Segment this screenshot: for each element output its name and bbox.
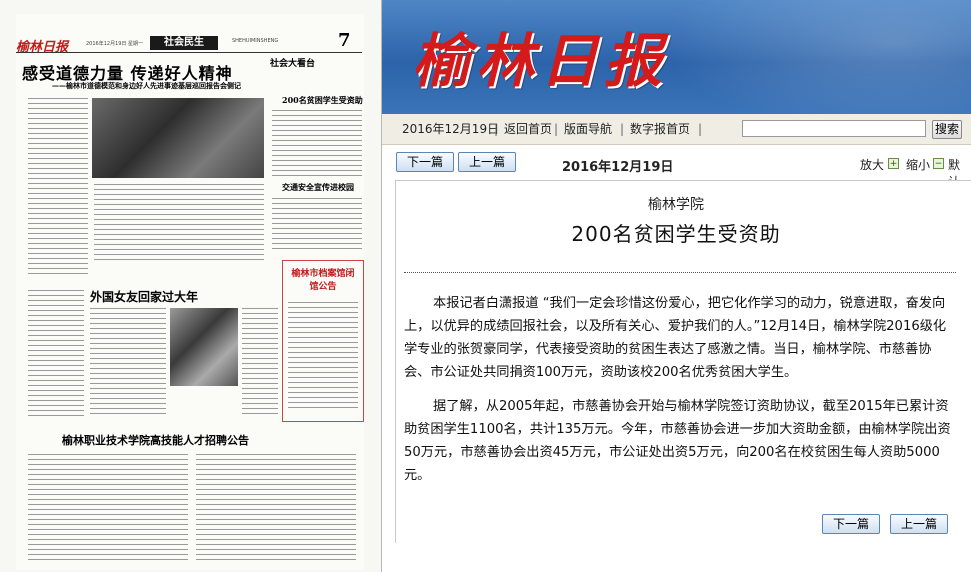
paper-story2-title[interactable]: 外国女友回家过大年 [90, 288, 198, 305]
top-nav-bar: 2016年12月19日 | 返回首页 | 版面导航 | 数字报首页 | 搜索 [382, 114, 971, 145]
paper-section-code: SHEHUIMINSHENG [232, 38, 279, 44]
site-logo: 榆林日报 [412, 27, 669, 95]
zoom-out-label[interactable]: 缩小 [906, 156, 930, 173]
nav-digital-home-link[interactable]: 数字报首页 [630, 114, 690, 144]
article-viewer: 榆林日报 2016年12月19日 | 返回首页 | 版面导航 | 数字报首页 |… [382, 0, 971, 572]
prev-article-button-bottom[interactable]: 上一篇 [890, 514, 948, 534]
article-kicker: 榆林学院 [648, 197, 704, 213]
paper-mid-title[interactable]: 交通安全宣传进校园 [282, 182, 354, 193]
paper-section-label: 社会民生 [150, 36, 218, 50]
nav-separator: | [494, 122, 499, 136]
nav-home-link[interactable]: 返回首页 [504, 114, 552, 144]
paper-header-rule [16, 52, 362, 53]
zoom-in-icon[interactable]: + [888, 158, 899, 169]
paper-text-block [272, 108, 362, 176]
site-banner: 榆林日报 [382, 0, 971, 114]
paper-notice-title[interactable]: 榆林市档案馆闭馆公告 [288, 268, 358, 294]
article-content: 榆林学院 200名贫困学生受资助 本报记者白潇报道 “我们一定会珍惜这份爱心，把… [395, 180, 971, 543]
paper-ad-title[interactable]: 榆林职业技术学院高技能人才招聘公告 [62, 432, 249, 448]
paper-text-block [272, 196, 362, 252]
nav-date: 2016年12月19日 [402, 122, 500, 136]
zoom-in-label[interactable]: 放大 [860, 156, 884, 173]
article-toolbar: 下一篇 上一篇 2016年12月19日 放大 + 缩小 − 默认 [382, 145, 971, 189]
zoom-out-icon[interactable]: − [933, 158, 944, 169]
next-article-button-bottom[interactable]: 下一篇 [822, 514, 880, 534]
paper-column-label: 社会大看台 [270, 59, 316, 69]
paper-subheadline: ——榆林市道德模范和身边好人先进事迹基层巡回报告会侧记 [52, 82, 241, 90]
banner-decoration [642, 0, 971, 114]
paper-photo-couple [170, 308, 238, 386]
article-paragraph: 据了解，从2005年起，市慈善协会开始与榆林学院签订资助协议，截至2015年已累… [404, 399, 951, 483]
next-article-button[interactable]: 下一篇 [396, 152, 454, 172]
nav-page-nav-link[interactable]: 版面导航 [564, 114, 612, 144]
nav-separator: | [698, 122, 703, 136]
nav-separator: | [554, 122, 559, 136]
toolbar-date: 2016年12月19日 [562, 160, 674, 175]
paper-text-block [288, 300, 358, 410]
article-paragraph: 本报记者白潇报道 “我们一定会珍惜这份爱心，把它化作学习的动力，锐意进取，奋发向… [404, 296, 947, 380]
paper-text-block [196, 452, 356, 560]
paper-text-block [94, 182, 264, 262]
article-divider [404, 272, 956, 273]
paper-date-line: 2016年12月19日 星期一 [86, 41, 144, 47]
paper-text-block [90, 306, 166, 416]
paper-text-block [242, 306, 278, 416]
newspaper-page-image[interactable]: 榆林日报 2016年12月19日 星期一 社会民生 SHEHUIMINSHENG… [0, 0, 382, 572]
search-input[interactable] [742, 120, 926, 137]
prev-article-button[interactable]: 上一篇 [458, 152, 516, 172]
bottom-pager: 下一篇 上一篇 [382, 514, 971, 538]
article-title: 200名贫困学生受资助 [571, 222, 781, 246]
paper-text-block [28, 288, 84, 418]
paper-side-title[interactable]: 200名贫困学生受资助 [282, 95, 363, 106]
paper-text-block [28, 452, 188, 560]
nav-separator: | [620, 122, 625, 136]
paper-page-number: 7 [338, 30, 351, 51]
search-button[interactable]: 搜索 [932, 120, 962, 139]
